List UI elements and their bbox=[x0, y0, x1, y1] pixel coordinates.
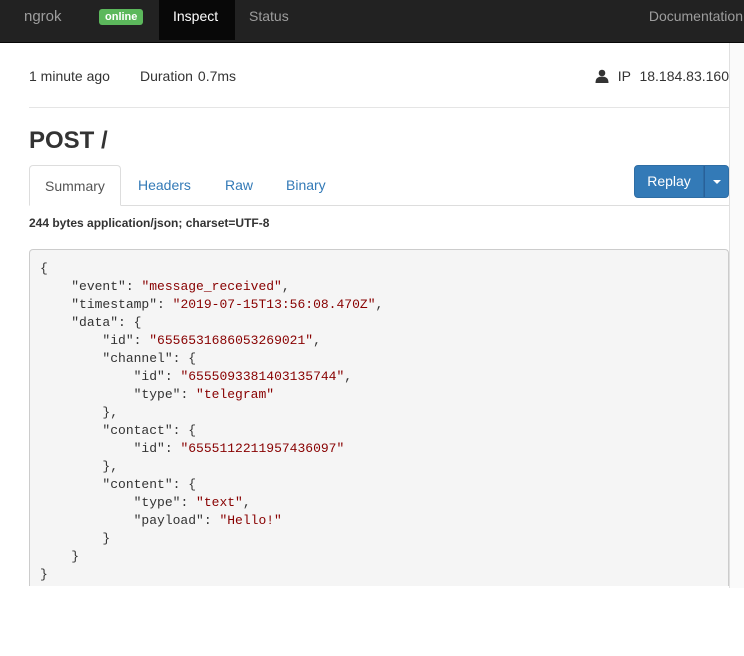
code-line: "id": "6555112211957436097" bbox=[133, 441, 345, 456]
duration-value: 0.7ms bbox=[197, 68, 237, 84]
code-line: "payload": "Hello!" bbox=[133, 513, 282, 528]
code-line: "type": "telegram" bbox=[133, 387, 275, 402]
nav-inspect[interactable]: Inspect bbox=[159, 0, 235, 40]
json-body: { "event": "message_received", "timestam… bbox=[29, 249, 729, 586]
replay-button[interactable]: Replay bbox=[634, 165, 704, 198]
page-title: POST / bbox=[29, 127, 108, 154]
tab-bar: Summary Headers Raw Binary bbox=[29, 165, 729, 206]
user-icon bbox=[595, 69, 609, 83]
status-badge: online bbox=[99, 9, 144, 25]
ip-label: IP bbox=[617, 68, 631, 84]
code-line: "type": "text", bbox=[133, 495, 251, 510]
code-line: "content": { bbox=[102, 477, 197, 492]
nav-documentation[interactable]: Documentation bbox=[635, 0, 744, 40]
request-meta: 1 minute ago Duration 0.7ms IP 18.184.83.… bbox=[29, 68, 729, 88]
code-line: "contact": { bbox=[102, 423, 197, 438]
replay-dropdown-toggle[interactable] bbox=[704, 165, 729, 198]
nav-status[interactable]: Status bbox=[235, 0, 303, 40]
body-info: 244 bytes application/json; charset=UTF-… bbox=[29, 216, 270, 230]
code-line: "timestamp": "2019-07-15T13:56:08.470Z", bbox=[71, 297, 384, 312]
code-line: "event": "message_received", bbox=[71, 279, 290, 294]
request-duration: Duration 0.7ms bbox=[140, 68, 236, 84]
code-line: } bbox=[40, 531, 111, 546]
divider bbox=[29, 107, 729, 108]
code-line: "channel": { bbox=[102, 351, 197, 366]
top-navbar: ngrok online Inspect Status Documentatio… bbox=[0, 0, 744, 43]
tab-summary[interactable]: Summary bbox=[29, 165, 121, 206]
tab-binary[interactable]: Binary bbox=[271, 165, 341, 206]
code-line: "id": "6556531686053269021", bbox=[102, 333, 321, 348]
tab-raw[interactable]: Raw bbox=[210, 165, 268, 206]
code-line: }, bbox=[40, 459, 119, 474]
code-line: }, bbox=[40, 405, 119, 420]
code-line: } bbox=[40, 567, 48, 582]
code-line: "data": { bbox=[71, 315, 142, 330]
request-time: 1 minute ago bbox=[29, 68, 110, 84]
tab-headers[interactable]: Headers bbox=[123, 165, 206, 206]
ip-value: 18.184.83.160 bbox=[639, 68, 729, 84]
caret-down-icon bbox=[713, 180, 721, 184]
code-line: { bbox=[40, 261, 48, 276]
duration-label: Duration bbox=[140, 68, 193, 84]
scroll-track[interactable] bbox=[729, 43, 744, 588]
code-line: } bbox=[40, 549, 80, 564]
code-line: "id": "6555093381403135744", bbox=[133, 369, 353, 384]
brand-logo[interactable]: ngrok bbox=[24, 8, 62, 25]
